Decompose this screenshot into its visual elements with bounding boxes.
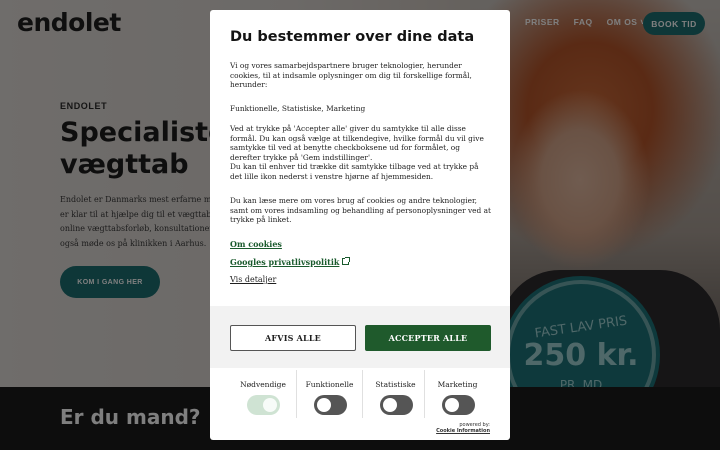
toggle-label: Statistiske <box>375 380 416 389</box>
toggle-knob <box>317 398 331 412</box>
google-privacy-link-label: Googles privatlivspolitik <box>230 257 340 267</box>
toggle-label: Nødvendige <box>240 380 286 389</box>
consent-button-area: AFVIS ALLE ACCEPTER ALLE <box>210 306 510 368</box>
show-details-link[interactable]: Vis detaljer <box>230 275 276 284</box>
consent-title: Du bestemmer over dine data <box>230 29 475 45</box>
consent-intro-text: Vi og vores samarbejdspartnere bruger te… <box>230 61 472 90</box>
toggle-group-necessary: Nødvendige <box>230 370 296 418</box>
marketing-toggle[interactable] <box>442 395 475 415</box>
consent-purposes-text: Funktionelle, Statistiske, Marketing <box>230 104 366 113</box>
consent-accept-text: Ved at trykke på 'Accepter alle' giver d… <box>230 124 484 162</box>
consent-more-text: Du kan læse mere om vores brug af cookie… <box>230 196 492 225</box>
about-cookies-link[interactable]: Om cookies <box>230 239 282 249</box>
google-privacy-link[interactable]: Googles privatlivspolitik <box>230 257 351 267</box>
accept-all-button[interactable]: ACCEPTER ALLE <box>365 325 491 351</box>
consent-category-toggles: Nødvendige Funktionelle Statistiske Mark… <box>210 370 510 418</box>
powered-by: powered by: Cookie Information <box>436 422 490 434</box>
reject-all-button[interactable]: AFVIS ALLE <box>230 325 356 351</box>
statistics-toggle[interactable] <box>380 395 413 415</box>
cookie-information-link[interactable]: Cookie Information <box>436 428 490 434</box>
functional-toggle[interactable] <box>314 395 347 415</box>
cookie-consent-dialog: Du bestemmer over dine data Vi og vores … <box>210 10 510 440</box>
toggle-group-statistics: Statistiske <box>362 370 428 418</box>
toggle-label: Marketing <box>437 380 478 389</box>
toggle-group-marketing: Marketing <box>424 370 490 418</box>
external-link-icon <box>342 257 351 265</box>
toggle-knob <box>445 398 459 412</box>
toggle-group-functional: Funktionelle <box>296 370 362 418</box>
toggle-label: Funktionelle <box>305 380 354 389</box>
toggle-knob <box>263 398 277 412</box>
consent-withdraw-text: Du kan til enhver tid trække dit samtykk… <box>230 162 479 181</box>
toggle-knob <box>383 398 397 412</box>
necessary-toggle[interactable] <box>247 395 280 415</box>
